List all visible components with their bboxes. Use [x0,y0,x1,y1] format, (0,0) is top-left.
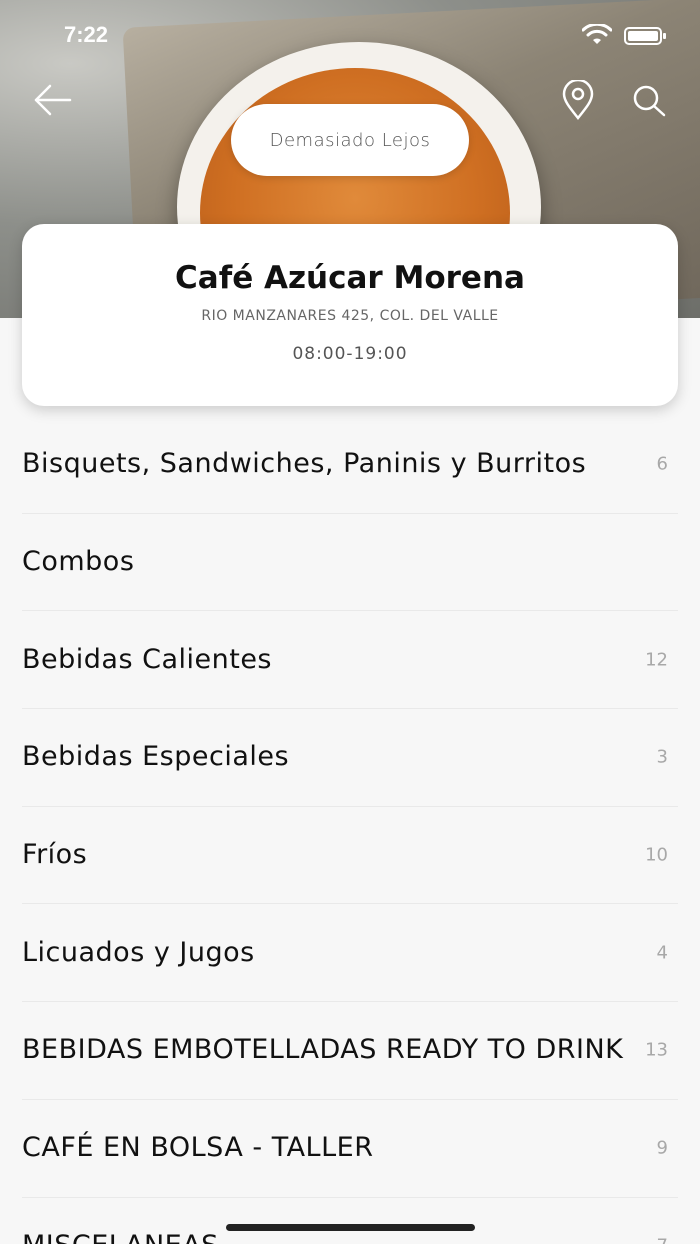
battery-icon [624,27,666,45]
category-count: 4 [656,942,668,964]
category-label: Licuados y Jugos [22,936,255,968]
map-pin-icon[interactable] [560,80,596,120]
store-hours: 08:00-19:00 [292,344,408,364]
category-row-licuados-jugos[interactable]: Licuados y Jugos 4 [22,904,678,1003]
search-icon[interactable] [630,83,668,119]
category-label: CAFÉ EN BOLSA - TALLER [22,1132,374,1164]
store-address: RIO MANZANARES 425, COL. DEL VALLE [201,308,499,324]
category-count: 3 [656,746,668,768]
category-count: 10 [645,844,668,866]
category-count: 6 [656,453,668,475]
store-name: Café Azúcar Morena [175,260,525,296]
category-list: Bisquets, Sandwiches, Paninis y Burritos… [0,416,700,1244]
category-row-bisquets[interactable]: Bisquets, Sandwiches, Paninis y Burritos… [22,416,678,514]
wifi-icon [582,24,612,44]
category-label: Combos [22,546,135,578]
category-count: 9 [656,1137,668,1159]
back-arrow-icon[interactable] [32,82,72,118]
status-bar: 7:22 [0,0,700,70]
category-label: BEBIDAS EMBOTELLADAS READY TO DRINK [22,1034,624,1066]
category-row-bebidas-calientes[interactable]: Bebidas Calientes 12 [22,611,678,710]
category-count: 12 [645,649,668,671]
category-row-frios[interactable]: Fríos 10 [22,807,678,905]
store-info-card: Café Azúcar Morena RIO MANZANARES 425, C… [22,224,678,406]
category-row-miscelaneas[interactable]: MISCELANEAS 7 [22,1198,678,1244]
category-count: 13 [645,1039,668,1061]
category-label: Bisquets, Sandwiches, Paninis y Burritos [22,448,587,480]
distance-status-badge: Demasiado Lejos [231,104,469,176]
category-label: Bebidas Especiales [22,741,290,773]
category-row-bebidas-especiales[interactable]: Bebidas Especiales 3 [22,709,678,807]
category-label: Bebidas Calientes [22,643,272,675]
category-row-combos[interactable]: Combos [22,514,678,612]
home-indicator[interactable] [226,1224,475,1231]
category-row-bebidas-embotelladas[interactable]: BEBIDAS EMBOTELLADAS READY TO DRINK 13 [22,1002,678,1100]
category-row-cafe-en-bolsa[interactable]: CAFÉ EN BOLSA - TALLER 9 [22,1100,678,1198]
category-label: Fríos [22,839,88,871]
status-time: 7:22 [64,22,109,47]
category-count: 7 [657,1235,668,1244]
